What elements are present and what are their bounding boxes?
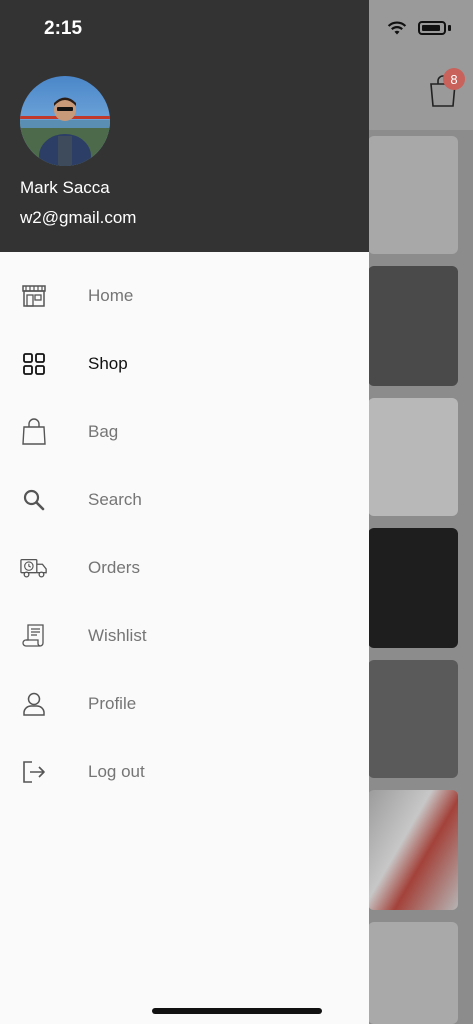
status-icons (386, 20, 451, 36)
menu-label: Profile (88, 694, 137, 713)
store-icon (20, 282, 48, 310)
drawer-header: 2:15 Mark Sacca w2@gmail.com (0, 0, 369, 252)
grid-icon (20, 350, 48, 378)
scroll-icon (20, 622, 48, 650)
navigation-drawer: 2:15 Mark Sacca w2@gmail.com Home Shop B… (0, 0, 369, 1024)
menu-label: Log out (88, 762, 145, 781)
logout-icon (20, 758, 48, 786)
product-thumbnail[interactable] (368, 136, 458, 254)
menu-item-logout[interactable]: Log out (0, 738, 369, 806)
product-thumbnail[interactable] (368, 266, 458, 386)
product-thumbnail[interactable] (368, 528, 458, 648)
status-time: 2:15 (44, 18, 83, 39)
menu-label: Wishlist (88, 626, 147, 645)
home-indicator (152, 1008, 322, 1014)
battery-icon (418, 21, 446, 35)
menu-label: Bag (88, 422, 119, 441)
menu-item-wishlist[interactable]: Wishlist (0, 602, 369, 670)
cart-badge: 8 (443, 68, 465, 90)
avatar[interactable] (20, 76, 110, 166)
user-name: Mark Sacca (20, 178, 110, 197)
cart-button[interactable]: 8 (427, 68, 465, 108)
user-email: w2@gmail.com (20, 208, 137, 227)
menu-item-search[interactable]: Search (0, 466, 369, 534)
avatar-photo (20, 76, 110, 166)
menu-item-shop[interactable]: Shop (0, 330, 369, 398)
drawer-menu: Home Shop Bag Search Orders Wishlist Pro… (0, 262, 369, 806)
product-thumbnail[interactable] (368, 790, 458, 910)
user-icon (20, 690, 48, 718)
truck-icon (20, 554, 48, 582)
menu-label: Search (88, 490, 142, 509)
search-icon (20, 486, 48, 514)
product-thumbnail[interactable] (368, 922, 458, 1024)
wifi-icon (387, 21, 407, 35)
product-thumbnail[interactable] (368, 660, 458, 778)
menu-item-home[interactable]: Home (0, 262, 369, 330)
menu-label: Home (88, 286, 134, 305)
menu-item-profile[interactable]: Profile (0, 670, 369, 738)
product-thumbnail[interactable] (368, 398, 458, 516)
menu-label: Orders (88, 558, 140, 577)
menu-item-orders[interactable]: Orders (0, 534, 369, 602)
bag-icon (20, 418, 48, 446)
menu-label: Shop (88, 354, 128, 373)
menu-item-bag[interactable]: Bag (0, 398, 369, 466)
